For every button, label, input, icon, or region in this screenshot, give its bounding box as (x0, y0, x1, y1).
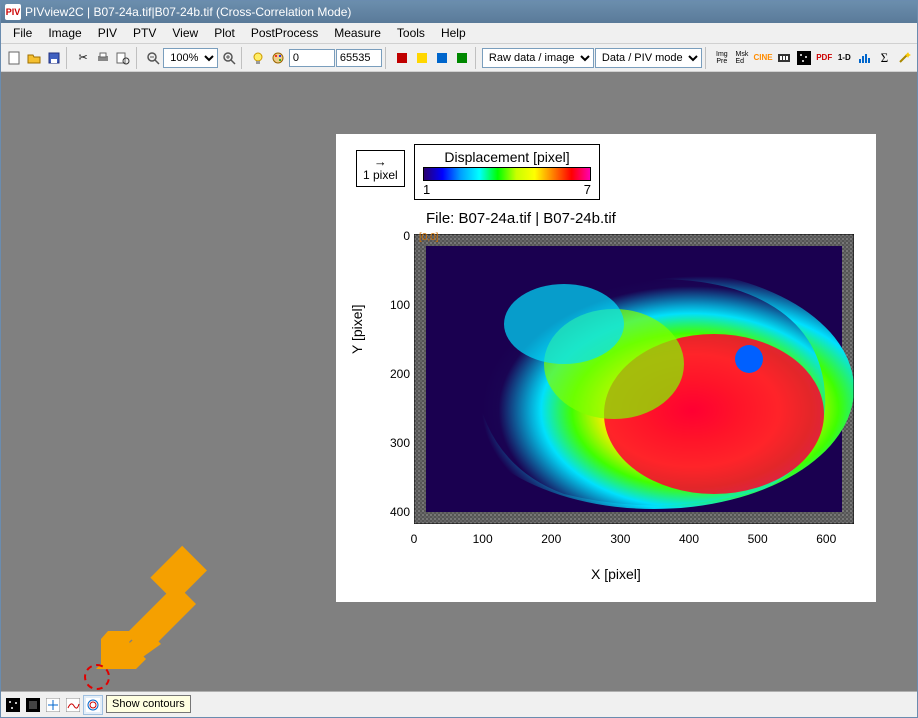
menu-image[interactable]: Image (40, 24, 89, 42)
mask-icon[interactable]: MskEd (732, 47, 751, 69)
preview-button[interactable] (114, 47, 133, 69)
menu-bar: File Image PIV PTV View Plot PostProcess… (1, 23, 917, 44)
tool-a-icon[interactable] (392, 47, 411, 69)
vector-legend-label: 1 pixel (363, 168, 398, 182)
tooltip: Show contours (106, 695, 191, 713)
menu-piv[interactable]: PIV (90, 24, 125, 42)
menu-file[interactable]: File (5, 24, 40, 42)
pdf-icon[interactable]: PDF (815, 47, 834, 69)
range-lo-input[interactable] (289, 49, 335, 67)
datamode-combo-2[interactable]: Data / PIV mode (595, 48, 702, 68)
y-axis-label: Y [pixel] (349, 304, 365, 354)
tool-b-icon[interactable] (412, 47, 431, 69)
imgpre-icon[interactable]: ImgPre (712, 47, 731, 69)
menu-postprocess[interactable]: PostProcess (243, 24, 326, 42)
histogram-icon[interactable] (855, 47, 874, 69)
view-mode-2-button[interactable] (23, 695, 43, 715)
app-icon: PIV (5, 4, 21, 20)
view-mode-4-button[interactable] (63, 695, 83, 715)
zoom-in-button[interactable] (219, 47, 238, 69)
origin-marker: [0,0] (419, 232, 438, 243)
window-title: PIVview2C | B07-24a.tif|B07-24b.tif (Cro… (25, 5, 351, 19)
menu-help[interactable]: Help (433, 24, 474, 42)
plot1d-icon[interactable]: 1-D (835, 47, 854, 69)
menu-view[interactable]: View (164, 24, 206, 42)
vector-legend: → 1 pixel (356, 150, 405, 187)
colorbar-gradient (423, 167, 591, 181)
menu-measure[interactable]: Measure (326, 24, 389, 42)
sigma-icon[interactable]: Σ (875, 47, 894, 69)
menu-ptv[interactable]: PTV (125, 24, 164, 42)
dots-icon[interactable] (795, 47, 814, 69)
x-axis-label: X [pixel] (591, 566, 641, 582)
datamode-combo-1[interactable]: Raw data / image (482, 48, 594, 68)
colorbar-title: Displacement [pixel] (423, 149, 591, 165)
show-contours-button[interactable] (83, 695, 103, 715)
open-button[interactable] (24, 47, 43, 69)
tool-d-icon[interactable] (452, 47, 471, 69)
plot-card: → 1 pixel Displacement [pixel] 1 7 File:… (336, 134, 876, 602)
bulb-button[interactable] (249, 47, 268, 69)
bottom-toolbar: Show contours (1, 691, 917, 717)
colorbar-min: 1 (423, 182, 430, 197)
new-button[interactable] (4, 47, 23, 69)
annotation-arrow-icon (96, 539, 216, 669)
file-title: File: B07-24a.tif | B07-24b.tif (426, 210, 616, 227)
toolbar: ✂ 100% Raw data / image Data / PIV mode … (1, 44, 917, 72)
view-mode-3-button[interactable] (43, 695, 63, 715)
plot-axes: [0,0] (414, 234, 854, 524)
colorbar-max: 7 (584, 182, 591, 197)
print-button[interactable] (94, 47, 113, 69)
save-button[interactable] (44, 47, 63, 69)
filmstrip-icon[interactable] (775, 47, 794, 69)
cine-icon[interactable]: CINE (752, 47, 773, 69)
zoom-combo[interactable]: 100% (163, 48, 218, 68)
palette-button[interactable] (269, 47, 288, 69)
menu-plot[interactable]: Plot (206, 24, 243, 42)
tool-c-icon[interactable] (432, 47, 451, 69)
view-mode-1-button[interactable] (3, 695, 23, 715)
colorbar: Displacement [pixel] 1 7 (414, 144, 600, 200)
range-hi-input[interactable] (336, 49, 382, 67)
zoom-out-button[interactable] (143, 47, 162, 69)
heatmap-image (414, 234, 854, 524)
annotation-circle-icon (84, 664, 110, 690)
wand-icon[interactable] (895, 47, 914, 69)
arrow-icon: → (363, 155, 398, 168)
cut-button[interactable]: ✂ (74, 47, 93, 69)
menu-tools[interactable]: Tools (389, 24, 433, 42)
canvas-area[interactable]: → 1 pixel Displacement [pixel] 1 7 File:… (1, 72, 917, 691)
title-bar: PIV PIVview2C | B07-24a.tif|B07-24b.tif … (1, 1, 917, 23)
